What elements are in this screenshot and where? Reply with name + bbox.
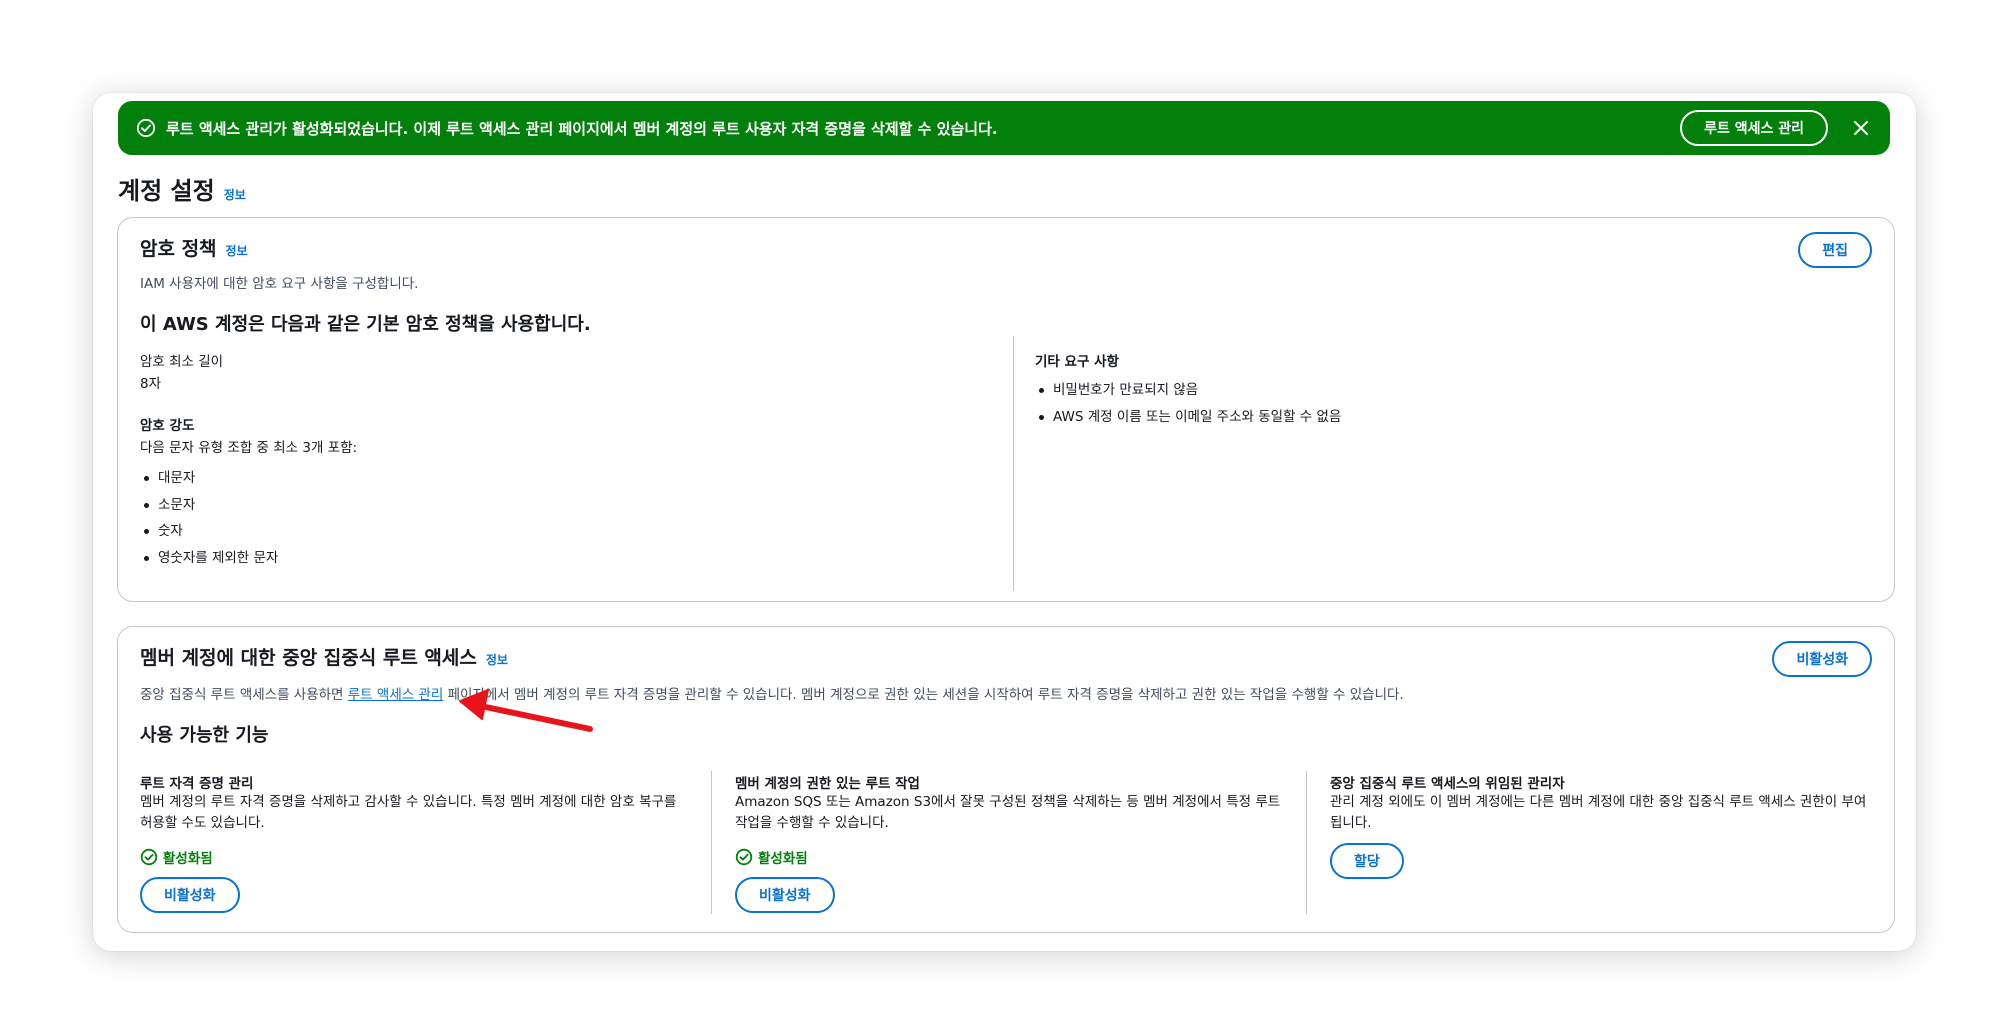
root-access-management-link[interactable]: 루트 액세스 관리	[348, 687, 444, 703]
strength-label: 암호 강도	[140, 418, 195, 434]
status-badge: 활성화됨	[735, 847, 808, 867]
default-policy-heading: 이 AWS 계정은 다음과 같은 기본 암호 정책을 사용합니다.	[140, 314, 591, 335]
feature-title-privileged-tasks: 멤버 계정의 권한 있는 루트 작업	[735, 776, 920, 792]
flash-message: 루트 액세스 관리가 활성화되었습니다. 이제 루트 액세스 관리 페이지에서 …	[166, 119, 998, 138]
disable-privileged-tasks-button[interactable]: 비활성화	[735, 877, 835, 913]
status-text: 활성화됨	[163, 851, 213, 867]
feature-desc-delegated-admin: 관리 계정 외에도 이 멤버 계정에는 다른 멤버 계정에 대한 중앙 집중식 …	[1330, 794, 1867, 831]
disable-root-access-button[interactable]: 비활성화	[1772, 641, 1872, 677]
password-policy-info-link[interactable]: 정보	[226, 242, 248, 259]
list-item: 대문자	[140, 468, 278, 495]
success-check-icon	[136, 118, 156, 138]
status-badge: 활성화됨	[140, 847, 213, 867]
browser-window: 루트 액세스 관리가 활성화되었습니다. 이제 루트 액세스 관리 페이지에서 …	[93, 93, 1916, 951]
list-item: 숫자	[140, 521, 278, 548]
root-access-info-link[interactable]: 정보	[486, 651, 508, 668]
root-access-header: 멤버 계정에 대한 중앙 집중식 루트 액세스 정보	[140, 643, 508, 670]
password-policy-card: 암호 정책 정보 IAM 사용자에 대한 암호 요구 사항을 구성합니다. 편집…	[117, 217, 1895, 602]
password-policy-header: 암호 정책 정보	[140, 234, 248, 261]
desc-text-before: 중앙 집중식 루트 액세스를 사용하면	[140, 687, 348, 703]
edit-button[interactable]: 편집	[1798, 232, 1872, 268]
column-divider	[711, 771, 712, 914]
password-policy-description: IAM 사용자에 대한 암호 요구 사항을 구성합니다.	[140, 276, 419, 292]
feature-desc-privileged-tasks: Amazon SQS 또는 Amazon S3에서 잘못 구성된 정책을 삭제하…	[735, 794, 1281, 831]
feature-title-delegated-admin: 중앙 집중식 루트 액세스의 위임된 관리자	[1330, 776, 1565, 792]
column-divider	[1013, 336, 1014, 591]
list-item: 영숫자를 제외한 문자	[140, 548, 278, 575]
feature-title-root-credentials: 루트 자격 증명 관리	[140, 776, 254, 792]
root-access-title: 멤버 계정에 대한 중앙 집중식 루트 액세스	[140, 647, 477, 669]
success-flash-banner: 루트 액세스 관리가 활성화되었습니다. 이제 루트 액세스 관리 페이지에서 …	[118, 101, 1890, 155]
list-item: 소문자	[140, 495, 278, 522]
desc-text-after: 페이지에서 멤버 계정의 루트 자격 증명을 관리할 수 있습니다. 멤버 계정…	[443, 687, 1404, 703]
password-policy-title: 암호 정책	[140, 238, 217, 260]
disable-root-credentials-button[interactable]: 비활성화	[140, 877, 240, 913]
page-title-text: 계정 설정	[118, 177, 215, 205]
strength-list: 대문자 소문자 숫자 영숫자를 제외한 문자	[140, 468, 278, 574]
list-item: AWS 계정 이름 또는 이메일 주소와 동일할 수 없음	[1035, 407, 1341, 434]
column-divider	[1306, 771, 1307, 914]
assign-button[interactable]: 할당	[1330, 843, 1404, 879]
other-requirements-label: 기타 요구 사항	[1035, 354, 1119, 370]
root-access-description: 중앙 집중식 루트 액세스를 사용하면 루트 액세스 관리 페이지에서 멤버 계…	[140, 683, 1404, 703]
success-check-icon	[735, 848, 753, 866]
other-requirements-list: 비밀번호가 만료되지 않음 AWS 계정 이름 또는 이메일 주소와 동일할 수…	[1035, 380, 1341, 433]
status-text: 활성화됨	[758, 851, 808, 867]
available-features-heading: 사용 가능한 기능	[140, 725, 269, 746]
strength-description: 다음 문자 유형 조합 중 최소 3개 포함:	[140, 440, 358, 456]
centralized-root-access-card: 멤버 계정에 대한 중앙 집중식 루트 액세스 정보 비활성화 중앙 집중식 루…	[117, 626, 1895, 933]
min-length-label: 암호 최소 길이	[140, 354, 224, 370]
success-check-icon	[140, 848, 158, 866]
manage-root-access-button[interactable]: 루트 액세스 관리	[1680, 110, 1828, 146]
page-info-link[interactable]: 정보	[224, 186, 246, 203]
page-title: 계정 설정 정보	[118, 171, 246, 206]
feature-desc-root-credentials: 멤버 계정의 루트 자격 증명을 삭제하고 감사할 수 있습니다. 특정 멤버 …	[140, 794, 677, 831]
close-icon[interactable]	[1852, 119, 1870, 137]
min-length-value: 8자	[140, 376, 162, 392]
list-item: 비밀번호가 만료되지 않음	[1035, 380, 1341, 407]
